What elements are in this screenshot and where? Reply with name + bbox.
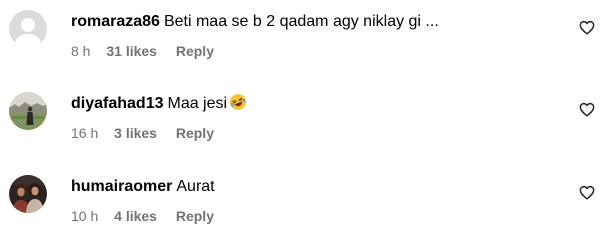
comment-item: humairaomer Aurat 10 h 4 likes Reply	[0, 165, 607, 235]
reply-button[interactable]: Reply	[176, 207, 214, 225]
like-heart-icon[interactable]	[579, 20, 595, 35]
comment-text: Aurat	[176, 178, 215, 195]
comment-timestamp: 16 h	[71, 125, 99, 141]
comment-username[interactable]: diyafahad13	[71, 95, 163, 112]
reply-button[interactable]: Reply	[176, 42, 214, 60]
comment-text: Maa jesi	[167, 95, 228, 112]
likes-count-link[interactable]: 4 likes	[114, 207, 157, 225]
comment-body: diyafahad13 Maa jesi	[71, 93, 247, 115]
avatar[interactable]	[9, 92, 47, 130]
avatar[interactable]	[9, 10, 47, 48]
profile-photo-outdoor	[9, 92, 47, 130]
comment-meta: 16 h 3 likes Reply	[71, 124, 214, 142]
reply-button[interactable]: Reply	[176, 124, 214, 142]
likes-count-link[interactable]: 31 likes	[106, 42, 157, 60]
like-heart-icon[interactable]	[579, 102, 595, 117]
comment-item: diyafahad13 Maa jesi 16 h 3 likes Reply	[0, 82, 607, 152]
likes-count-link[interactable]: 3 likes	[114, 124, 157, 142]
avatar[interactable]	[9, 175, 47, 213]
comment-body: humairaomer Aurat	[71, 176, 215, 198]
comment-username[interactable]: humairaomer	[71, 178, 172, 195]
default-avatar-icon	[9, 10, 47, 48]
comment-body: romaraza86 Beti maa se b 2 qadam agy nikl…	[71, 11, 439, 33]
comment-timestamp: 8 h	[71, 43, 91, 59]
rolling-on-floor-laughing-icon	[229, 93, 247, 111]
comment-username[interactable]: romaraza86	[71, 13, 160, 30]
comment-meta: 8 h 31 likes Reply	[71, 42, 214, 60]
comment-meta: 10 h 4 likes Reply	[71, 207, 214, 225]
profile-photo-dark	[9, 175, 47, 213]
comment-timestamp: 10 h	[71, 208, 99, 224]
comment-text: Beti maa se b 2 qadam agy niklay gi ...	[163, 13, 439, 30]
comment-item: romaraza86 Beti maa se b 2 qadam agy nikl…	[0, 0, 607, 70]
like-heart-icon[interactable]	[579, 185, 595, 200]
comments-list: romaraza86 Beti maa se b 2 qadam agy nikl…	[0, 0, 607, 248]
